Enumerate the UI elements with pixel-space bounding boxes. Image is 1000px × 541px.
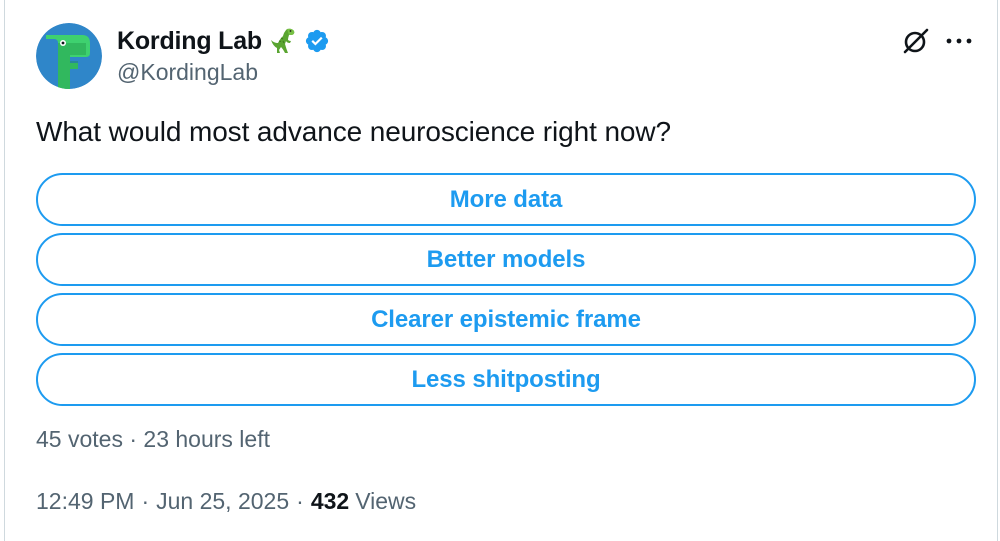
poll-separator: · [129,426,138,452]
views-count: 432 [310,488,350,514]
poll-option-more-data[interactable]: More data [36,173,976,226]
poll-option-better-models[interactable]: Better models [36,233,976,286]
author-name-row: Kording Lab [117,24,330,58]
poll-option-clearer-epistemic-frame[interactable]: Clearer epistemic frame [36,293,976,346]
avatar[interactable] [36,23,102,89]
poll-option-less-shitposting[interactable]: Less shitposting [36,353,976,406]
tweet-card: Kording Lab @KordingLab What would most … [4,0,998,541]
poll: More data Better models Clearer epistemi… [36,173,976,413]
tweet-metadata: 12:49 PM · Jun 25, 2025 · 432 Views [36,488,416,515]
tweet-date[interactable]: Jun 25, 2025 [156,488,289,515]
meta-separator: · [141,488,150,514]
poll-status: 45 votes · 23 hours left [36,426,270,453]
t-rex-emoji-icon [268,26,298,56]
tweet-text: What would most advance neuroscience rig… [36,116,671,147]
author-display-name[interactable]: Kording Lab [117,27,262,56]
poll-votes: 45 votes [36,426,123,452]
views-label: Views [355,488,417,514]
verified-badge-icon[interactable] [304,28,330,54]
meta-separator: · [296,488,304,514]
more-options-icon[interactable] [942,26,976,56]
tweet-time[interactable]: 12:49 PM [36,488,134,515]
poll-time-left: 23 hours left [143,426,270,452]
dino-logo-icon [36,23,102,89]
author-handle[interactable]: @KordingLab [117,59,258,86]
grok-icon[interactable] [901,26,931,56]
